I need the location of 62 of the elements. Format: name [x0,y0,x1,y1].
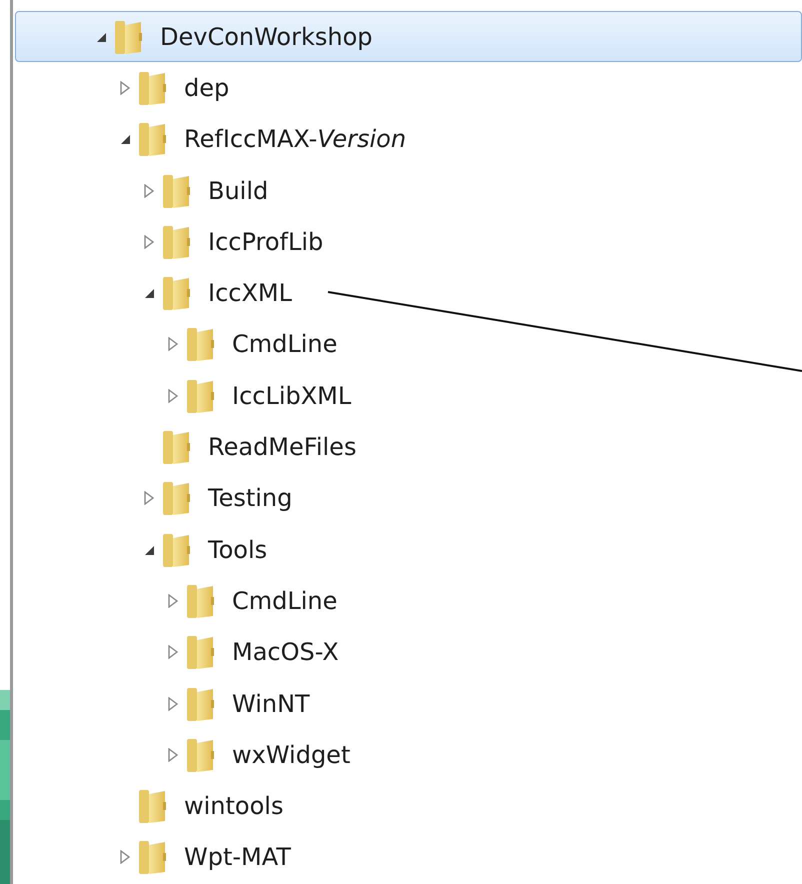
expand-arrow-icon[interactable] [118,850,132,864]
folder-icon [186,634,216,670]
folder-name: Tools [208,536,268,564]
folder-name: MacOS-X [232,638,339,666]
tree-item[interactable]: ReadMeFiles [15,421,802,473]
tree-item[interactable]: Build [15,164,802,216]
tree-item[interactable]: Wpt-MAT [15,832,802,884]
folder-icon [162,429,192,466]
expand-arrow-icon[interactable] [166,696,180,710]
folder-name: IccXML [208,279,292,308]
tree-item[interactable]: MacOS-X [15,626,802,678]
folder-icon [162,224,192,260]
tree-item[interactable]: DevConWorkshop [15,11,802,62]
folder-icon [162,275,192,312]
folder-name: wintools [184,792,284,820]
tree-item[interactable]: RefIccMAX-Version [15,114,802,165]
folder-icon [138,839,168,876]
folder-name: CmdLine [232,330,338,358]
folder-name: IccLibXML [232,382,352,410]
folder-name: IccProfLib [208,228,324,256]
folder-icon [186,378,216,414]
folder-name: Testing [208,484,292,512]
folder-icon [186,326,216,362]
tree-item[interactable]: IccXML [15,267,802,319]
tree-item[interactable]: CmdLine [15,575,802,627]
tree-item[interactable]: IccProfLib [15,216,802,268]
expand-arrow-icon[interactable] [166,388,180,403]
folder-name: ReadMeFiles [208,433,356,462]
tree-item[interactable]: Tools [15,524,802,576]
folder-icon [162,480,192,516]
folder-icon [138,70,168,106]
folder-name: Build [208,176,268,205]
folder-name: DevConWorkshop [160,22,373,51]
expand-arrow-icon[interactable] [118,80,132,95]
tree-item[interactable]: CmdLine [15,318,802,370]
folder-name: CmdLine [232,586,338,615]
folder-icon [138,788,168,824]
folder-name: WinNT [232,690,310,718]
folder-name: dep [184,74,230,102]
tree-item[interactable]: wxWidget [15,729,802,780]
folder-icon [162,532,192,568]
expand-arrow-icon[interactable] [166,748,180,762]
folder-name: wxWidget [232,740,350,769]
expand-arrow-icon[interactable] [142,491,156,506]
folder-name: Wpt-MAT [184,843,291,872]
expand-arrow-icon[interactable] [166,337,180,352]
tree-item[interactable]: dep [15,62,802,114]
folder-icon [138,121,168,158]
folder-icon [186,582,216,619]
expand-arrow-icon[interactable] [142,184,156,198]
tree-item[interactable]: Testing [15,472,802,524]
folder-icon [186,736,216,773]
folder-name: RefIccMAX-Version [184,125,406,154]
tree-item[interactable]: wintools [15,780,802,832]
folder-icon [114,18,144,55]
tree-item[interactable]: IccLibXML [15,370,802,422]
folder-icon [186,686,216,722]
expand-arrow-icon[interactable] [142,234,156,249]
tree-item[interactable]: WinNT [15,678,802,730]
folder-icon [162,172,192,209]
expand-arrow-icon[interactable] [166,594,180,608]
expand-arrow-icon[interactable] [166,645,180,660]
